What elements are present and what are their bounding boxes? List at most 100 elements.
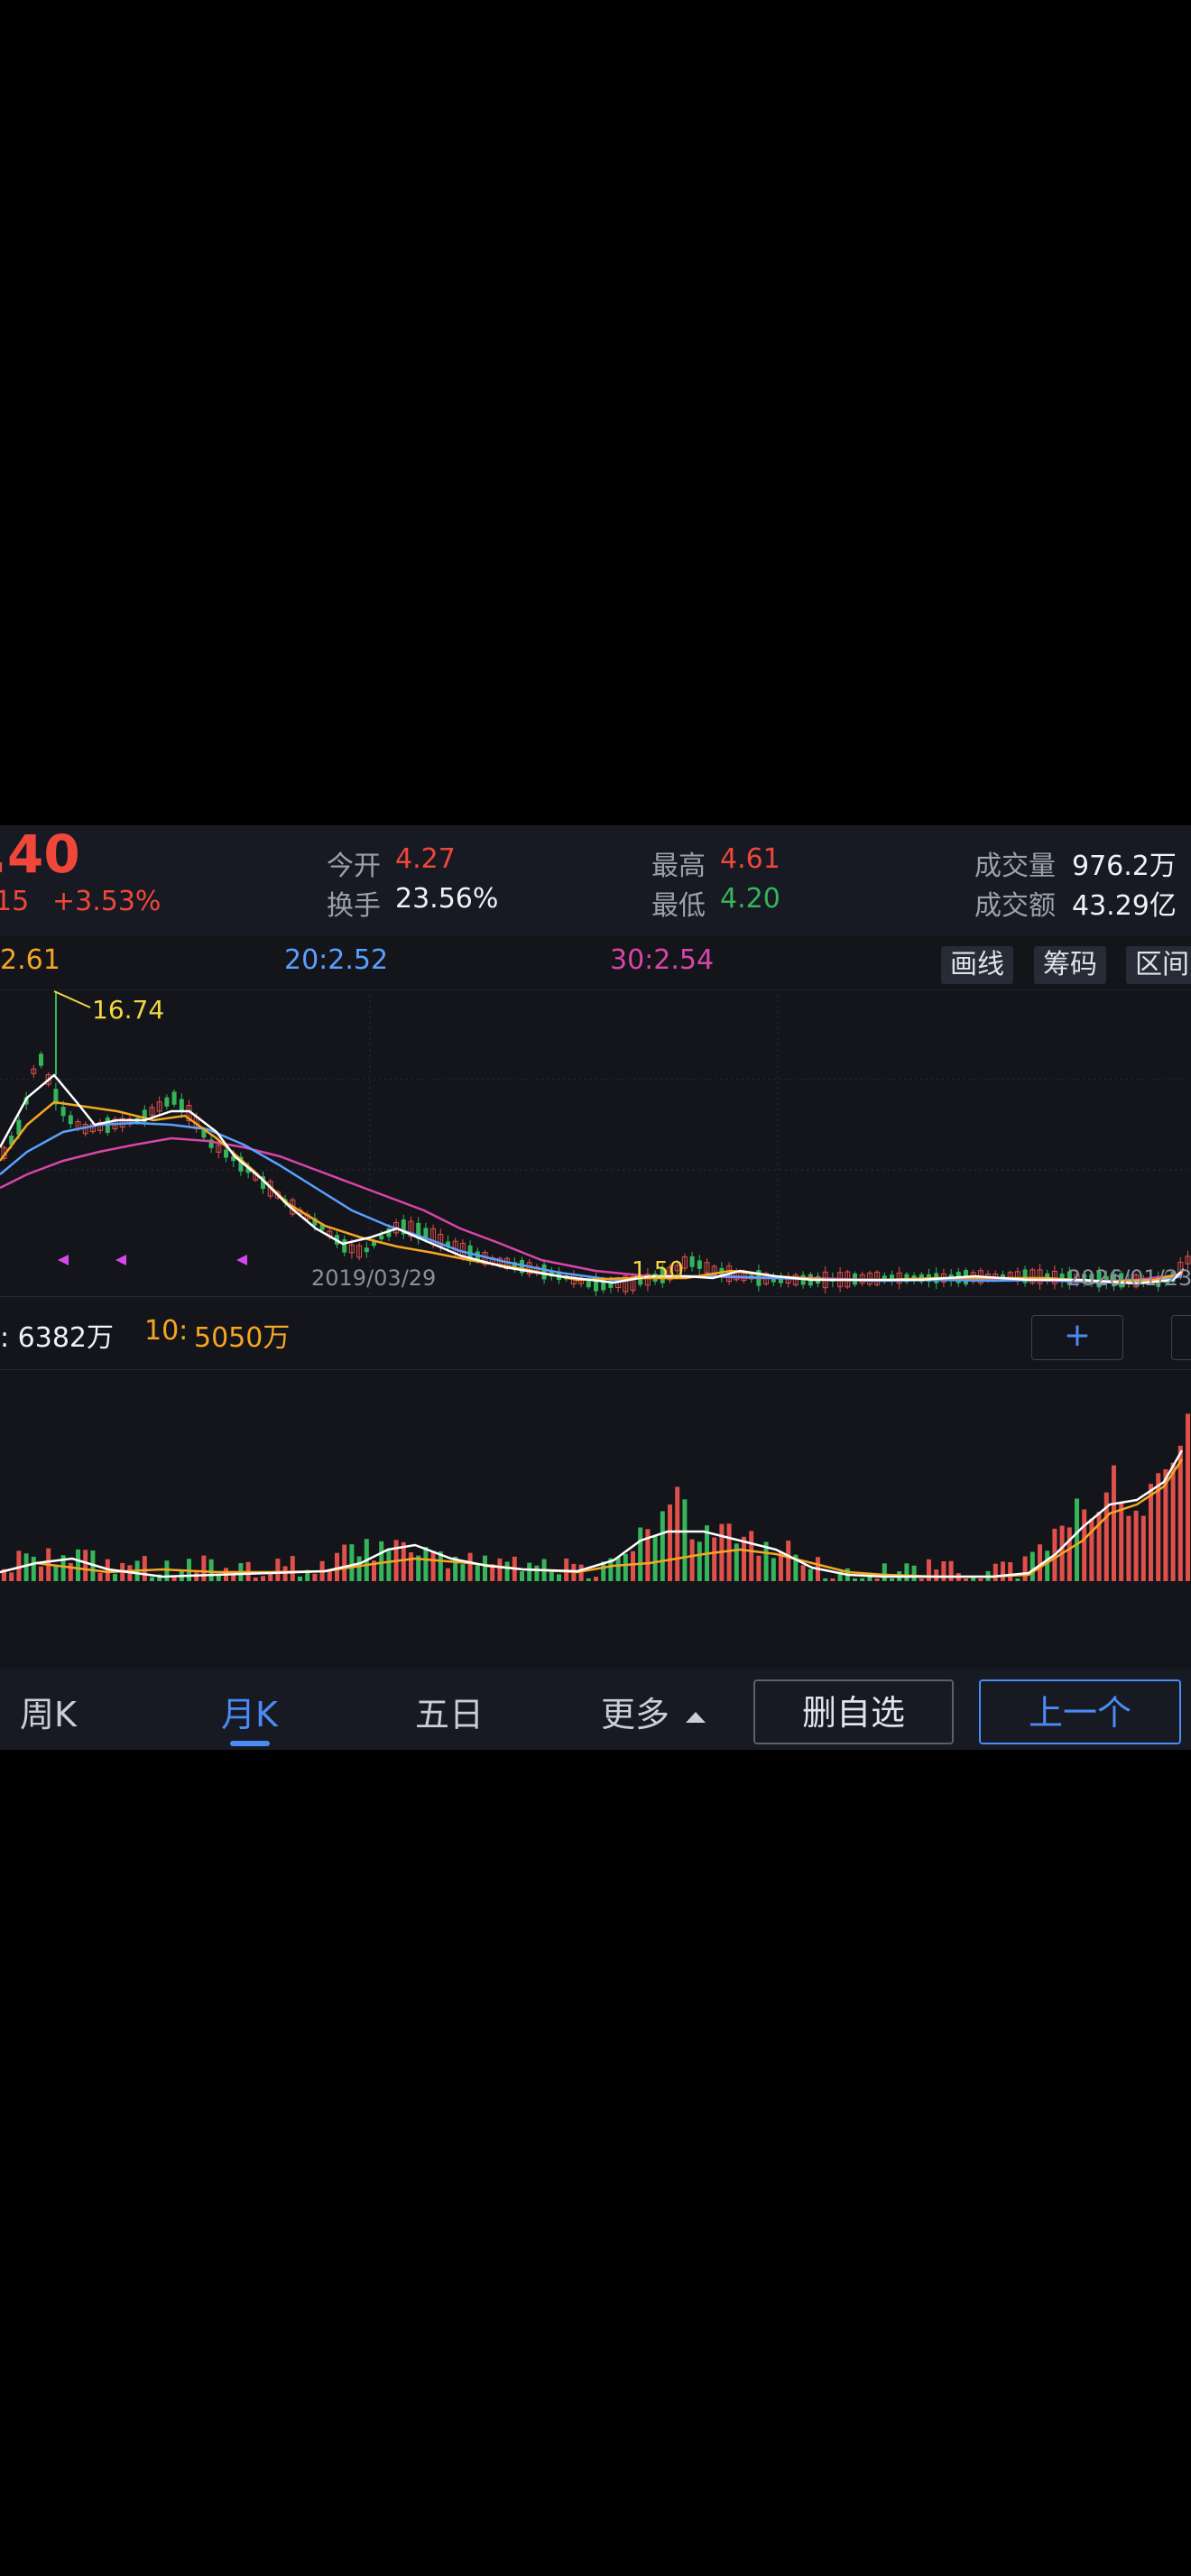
volume-bar bbox=[1140, 1515, 1146, 1581]
volume-bar bbox=[919, 1578, 924, 1581]
volume-bar bbox=[460, 1564, 466, 1581]
kline-chart[interactable]: 16.74 1.50 2019/03/29 2026/01/23 bbox=[0, 989, 1191, 1296]
add-indicator-button-2[interactable] bbox=[1171, 1315, 1191, 1360]
volume-bar bbox=[356, 1556, 362, 1581]
vol-ma10-value: 5050万 bbox=[194, 1322, 291, 1354]
volume-bar bbox=[615, 1557, 621, 1581]
volume-bar bbox=[652, 1535, 658, 1581]
volume-bar bbox=[638, 1527, 643, 1581]
amount-label: 成交额 bbox=[974, 890, 1056, 922]
x-label-1: 2019/03/29 bbox=[311, 1265, 436, 1291]
volume-bar bbox=[992, 1563, 998, 1581]
volume-bar bbox=[379, 1541, 384, 1581]
volume-bar bbox=[9, 1572, 14, 1581]
volume-bar bbox=[948, 1560, 954, 1581]
chips-button[interactable]: 筹码 bbox=[1034, 946, 1106, 984]
amount-value: 43.29亿 bbox=[1072, 890, 1177, 922]
remove-watchlist-button[interactable]: 删自选 bbox=[753, 1679, 954, 1744]
range-button[interactable]: 区间 bbox=[1126, 946, 1191, 984]
volume-bar bbox=[1001, 1561, 1005, 1581]
volume-bar bbox=[682, 1499, 688, 1581]
volume-bar bbox=[31, 1556, 36, 1581]
volume-bar bbox=[201, 1555, 207, 1581]
volume-bar bbox=[1112, 1465, 1116, 1581]
volume-bar bbox=[298, 1576, 302, 1581]
candle bbox=[364, 1247, 369, 1253]
volume-bar bbox=[1045, 1550, 1050, 1581]
volume-bar bbox=[1008, 1561, 1013, 1581]
volume-bar bbox=[1066, 1527, 1072, 1581]
vol-ma5-line bbox=[0, 1449, 1184, 1578]
volume-bars-group bbox=[2, 1413, 1190, 1581]
volume-bar bbox=[830, 1578, 836, 1581]
volume-bar bbox=[689, 1539, 695, 1581]
volume-bar bbox=[586, 1578, 591, 1581]
x-label-2: 2026/01/23 bbox=[1067, 1265, 1191, 1291]
volume-bar bbox=[860, 1578, 865, 1581]
volume-bar bbox=[467, 1552, 473, 1581]
price-change-pct: +3.53% bbox=[52, 886, 162, 917]
low-annotation: 1.50 bbox=[632, 1257, 684, 1284]
volume-bar bbox=[1119, 1502, 1124, 1581]
high-label: 最高 bbox=[651, 851, 706, 882]
marker-3 bbox=[236, 1255, 247, 1265]
ma5-line bbox=[0, 1073, 1185, 1285]
tab-month-k[interactable]: 月K bbox=[221, 1687, 278, 1736]
high-annotation: 16.74 bbox=[92, 995, 164, 1025]
marker-2 bbox=[115, 1255, 126, 1265]
volume-bar bbox=[475, 1565, 480, 1581]
volume-bar bbox=[1082, 1509, 1087, 1581]
volume-bar bbox=[23, 1553, 29, 1581]
previous-stock-button[interactable]: 上一个 bbox=[979, 1679, 1181, 1744]
volume-bar bbox=[823, 1578, 828, 1581]
volume-bar bbox=[742, 1536, 746, 1581]
volume-bar bbox=[76, 1549, 80, 1581]
volume-bar bbox=[890, 1578, 894, 1581]
volume-bar bbox=[349, 1544, 355, 1581]
bottom-toolbar: 周K 月K 五日 更多 删自选 上一个 bbox=[0, 1669, 1191, 1750]
candle bbox=[68, 1115, 73, 1125]
ma30-value: 30:2.54 bbox=[610, 944, 715, 976]
volume-bar bbox=[97, 1572, 103, 1581]
volume-bar bbox=[430, 1550, 436, 1581]
vol-ma5-value: : 6382万 bbox=[0, 1322, 114, 1354]
candle bbox=[60, 1107, 66, 1117]
low-label: 最低 bbox=[651, 890, 706, 922]
volume-bar bbox=[941, 1560, 946, 1581]
volume-bar bbox=[342, 1544, 347, 1581]
candle bbox=[342, 1239, 347, 1253]
ma30-line bbox=[0, 1136, 1183, 1283]
volume-bar bbox=[275, 1559, 281, 1581]
vol-ma10-label: 10: bbox=[144, 1315, 189, 1347]
quote-header: .40 15 +3.53% 今开 4.27 换手 23.56% 最高 4.61 … bbox=[0, 823, 1191, 935]
volume-bar bbox=[712, 1537, 717, 1581]
volume-bar bbox=[253, 1578, 258, 1581]
volume-bar bbox=[290, 1556, 295, 1581]
kline-panel: .40 15 +3.53% 今开 4.27 换手 23.56% 最高 4.61 … bbox=[0, 823, 1191, 1750]
volume-bar bbox=[68, 1562, 73, 1581]
volume-bar bbox=[208, 1559, 214, 1581]
add-indicator-button[interactable]: + bbox=[1031, 1315, 1123, 1360]
volume-bar bbox=[1015, 1578, 1020, 1581]
volume-bar bbox=[1186, 1413, 1190, 1581]
volume-bar bbox=[1075, 1498, 1079, 1581]
volume-bar bbox=[409, 1552, 413, 1581]
volume-bar bbox=[749, 1531, 754, 1581]
volume-bar bbox=[83, 1550, 88, 1581]
volume-bar bbox=[164, 1560, 170, 1581]
volume-bar bbox=[520, 1571, 524, 1581]
volume-bar bbox=[623, 1553, 628, 1581]
volume-bar bbox=[874, 1578, 880, 1581]
volume-bar bbox=[660, 1511, 665, 1581]
volume-bar bbox=[527, 1562, 532, 1581]
draw-line-button[interactable]: 画线 bbox=[941, 946, 1013, 984]
volume-bar bbox=[386, 1550, 392, 1581]
tab-five-day[interactable]: 五日 bbox=[415, 1687, 484, 1736]
candle bbox=[171, 1091, 177, 1105]
volume-bar bbox=[668, 1504, 672, 1581]
tab-week-k[interactable]: 周K bbox=[20, 1687, 77, 1736]
turnover-label: 换手 bbox=[327, 890, 381, 922]
volume-bar bbox=[150, 1577, 154, 1581]
tab-more[interactable]: 更多 bbox=[601, 1687, 707, 1736]
tab-more-label: 更多 bbox=[601, 1695, 670, 1734]
